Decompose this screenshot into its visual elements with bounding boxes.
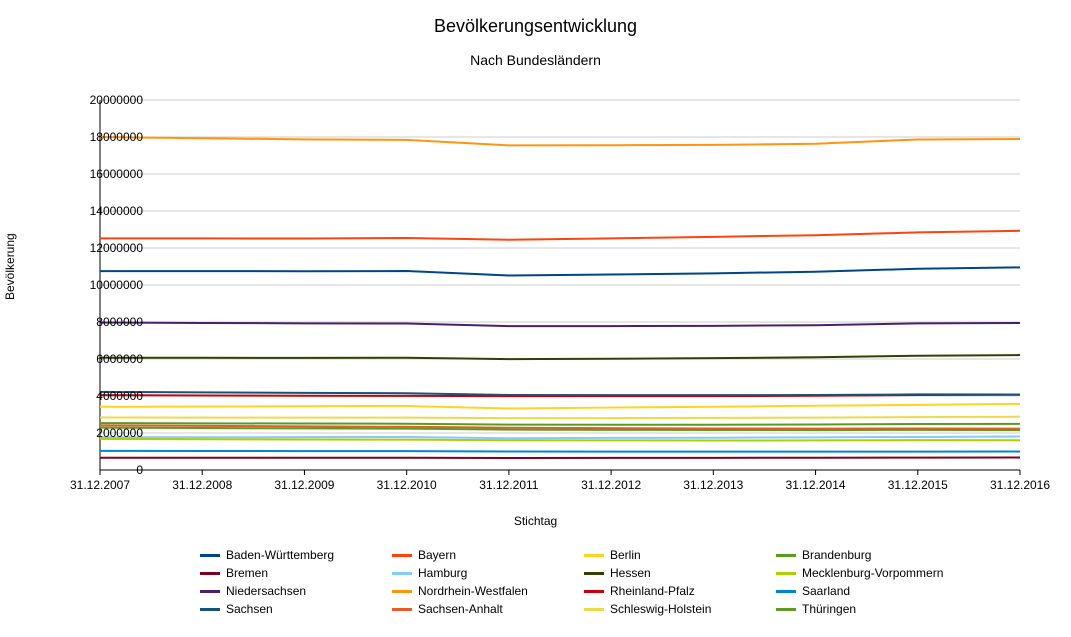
legend-item: Hessen <box>584 566 768 580</box>
series-line <box>100 267 1020 275</box>
legend-item: Brandenburg <box>776 548 960 562</box>
legend-swatch <box>584 554 604 557</box>
legend-label: Hamburg <box>418 566 467 580</box>
y-axis-label: Bevölkerung <box>3 233 17 300</box>
series-line <box>100 323 1020 327</box>
y-tick-label: 20000000 <box>63 93 143 107</box>
legend-label: Niedersachsen <box>226 584 306 598</box>
x-tick-label: 31.12.2010 <box>377 478 437 492</box>
y-tick-label: 6000000 <box>63 352 143 366</box>
legend-label: Bayern <box>418 548 456 562</box>
legend-label: Thüringen <box>802 602 856 616</box>
legend-swatch <box>392 554 412 557</box>
legend-swatch <box>392 572 412 575</box>
legend-swatch <box>776 554 796 557</box>
legend-label: Baden-Württemberg <box>226 548 334 562</box>
y-tick-label: 8000000 <box>63 315 143 329</box>
legend-swatch <box>200 572 220 575</box>
legend-item: Thüringen <box>776 602 960 616</box>
y-tick-label: 2000000 <box>63 426 143 440</box>
plot-svg <box>100 100 1020 470</box>
legend-item: Baden-Württemberg <box>200 548 384 562</box>
legend-label: Brandenburg <box>802 548 871 562</box>
legend-swatch <box>776 572 796 575</box>
legend-swatch <box>392 590 412 593</box>
y-tick-label: 10000000 <box>63 278 143 292</box>
x-tick-label: 31.12.2015 <box>888 478 948 492</box>
legend-label: Nordrhein-Westfalen <box>418 584 528 598</box>
legend-swatch <box>200 554 220 557</box>
legend-swatch <box>776 590 796 593</box>
legend-label: Mecklenburg-Vorpommern <box>802 566 943 580</box>
series-line <box>100 137 1020 145</box>
plot-area <box>100 100 1020 470</box>
series-line <box>100 404 1020 409</box>
y-tick-label: 4000000 <box>63 389 143 403</box>
series-line <box>100 417 1020 418</box>
legend-item: Sachsen <box>200 602 384 616</box>
x-tick-label: 31.12.2008 <box>172 478 232 492</box>
legend-item: Schleswig-Holstein <box>584 602 768 616</box>
legend-item: Mecklenburg-Vorpommern <box>776 566 960 580</box>
legend-label: Sachsen-Anhalt <box>418 602 503 616</box>
series-line <box>100 439 1020 441</box>
x-tick-label: 31.12.2011 <box>479 478 538 492</box>
legend-swatch <box>584 572 604 575</box>
chart-title: Bevölkerungsentwicklung <box>0 16 1071 37</box>
y-tick-label: 0 <box>63 463 143 477</box>
chart-container: Bevölkerungsentwicklung Nach Bundeslände… <box>0 0 1071 637</box>
series-line <box>100 437 1020 439</box>
legend-label: Hessen <box>610 566 651 580</box>
legend-swatch <box>584 608 604 611</box>
y-tick-label: 18000000 <box>63 130 143 144</box>
legend-item: Bayern <box>392 548 576 562</box>
y-tick-label: 16000000 <box>63 167 143 181</box>
legend: Baden-Württemberg Bayern Berlin Brandenburg… <box>200 548 960 616</box>
legend-item: Saarland <box>776 584 960 598</box>
legend-item: Rheinland-Pfalz <box>584 584 768 598</box>
series-line <box>100 457 1020 458</box>
legend-label: Saarland <box>802 584 850 598</box>
x-tick-label: 31.12.2009 <box>274 478 334 492</box>
x-tick-label: 31.12.2016 <box>990 478 1050 492</box>
legend-label: Schleswig-Holstein <box>610 602 711 616</box>
legend-item: Berlin <box>584 548 768 562</box>
legend-item: Nordrhein-Westfalen <box>392 584 576 598</box>
x-axis-label: Stichtag <box>0 514 1071 528</box>
x-tick-label: 31.12.2014 <box>786 478 846 492</box>
legend-swatch <box>392 608 412 611</box>
x-tick-label: 31.12.2013 <box>683 478 743 492</box>
legend-item: Bremen <box>200 566 384 580</box>
legend-item: Niedersachsen <box>200 584 384 598</box>
x-tick-label: 31.12.2007 <box>70 478 130 492</box>
series-line <box>100 231 1020 240</box>
legend-swatch <box>200 590 220 593</box>
legend-label: Rheinland-Pfalz <box>610 584 695 598</box>
chart-subtitle: Nach Bundesländern <box>0 52 1071 68</box>
legend-swatch <box>200 608 220 611</box>
series-line <box>100 423 1020 425</box>
legend-item: Hamburg <box>392 566 576 580</box>
legend-item: Sachsen-Anhalt <box>392 602 576 616</box>
y-tick-label: 12000000 <box>63 241 143 255</box>
legend-swatch <box>584 590 604 593</box>
y-tick-label: 14000000 <box>63 204 143 218</box>
legend-label: Berlin <box>610 548 641 562</box>
legend-label: Sachsen <box>226 602 273 616</box>
legend-label: Bremen <box>226 566 268 580</box>
x-tick-label: 31.12.2012 <box>581 478 641 492</box>
legend-swatch <box>776 608 796 611</box>
series-line <box>100 451 1020 452</box>
